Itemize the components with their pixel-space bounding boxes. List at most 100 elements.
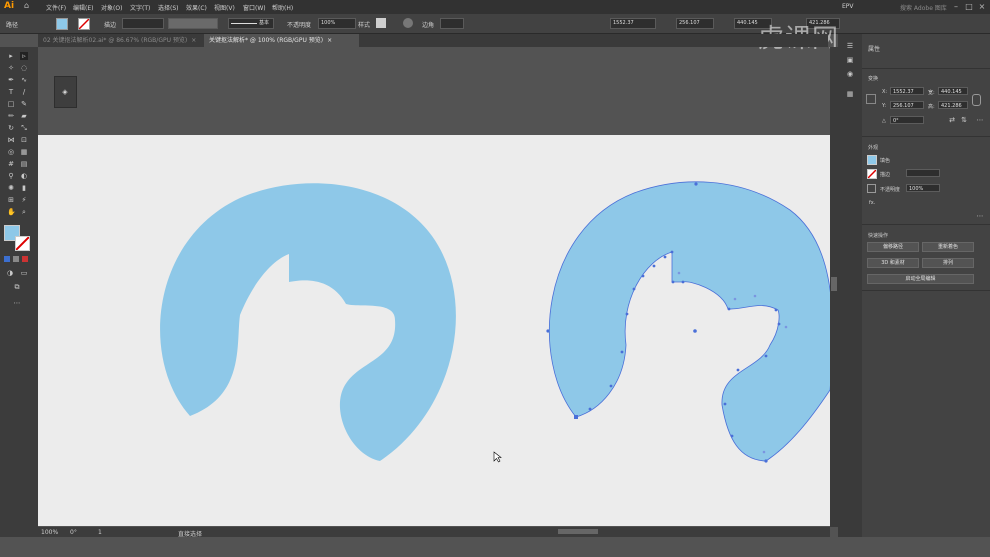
blend-icon[interactable]: ◐ bbox=[20, 172, 28, 180]
flip-horizontal-icon[interactable]: ⇄ bbox=[948, 116, 956, 124]
menu-effect[interactable]: 效果(C) bbox=[186, 3, 207, 12]
graph-icon[interactable]: ▮ bbox=[20, 184, 28, 192]
x-input[interactable]: 1552.37 bbox=[890, 87, 924, 95]
free-transform-icon[interactable]: ⊡ bbox=[20, 136, 28, 144]
none-mode-icon[interactable] bbox=[22, 256, 28, 262]
horizontal-scrollbar[interactable] bbox=[558, 529, 598, 534]
line-tool-icon[interactable]: / bbox=[20, 88, 28, 96]
artboard-number[interactable]: 1 bbox=[98, 529, 102, 536]
width-input[interactable]: 440.145 bbox=[938, 87, 968, 95]
home-icon[interactable]: ⌂ bbox=[24, 2, 31, 10]
appearance-more-icon[interactable]: ⋯ bbox=[976, 212, 984, 220]
rotation-angle[interactable]: 0° bbox=[70, 529, 77, 536]
anchor-point bbox=[663, 255, 667, 259]
workspace-switcher[interactable]: EPV bbox=[842, 3, 854, 10]
menu-type[interactable]: 文字(T) bbox=[130, 3, 150, 12]
width-tool-icon[interactable]: ⋈ bbox=[7, 136, 15, 144]
opacity-field[interactable]: 100% bbox=[318, 18, 356, 29]
symbol-sprayer-icon[interactable]: ✺ bbox=[7, 184, 15, 192]
hand-tool-icon[interactable]: ✋ bbox=[7, 208, 16, 216]
menu-help[interactable]: 帮助(H) bbox=[272, 3, 293, 12]
zoom-level[interactable]: 100% bbox=[41, 529, 58, 536]
menu-view[interactable]: 视图(V) bbox=[214, 3, 235, 12]
draw-mode-icon[interactable]: ◑ bbox=[6, 269, 14, 277]
lasso-icon[interactable]: ◌ bbox=[20, 64, 28, 72]
canvas-artwork[interactable] bbox=[38, 47, 830, 527]
flip-vertical-icon[interactable]: ⇅ bbox=[960, 116, 968, 124]
gradient-icon[interactable]: ▤ bbox=[20, 160, 28, 168]
selection-tool-icon[interactable]: ▸ bbox=[7, 52, 15, 60]
stock-search-input[interactable]: 搜索 Adobe 图库 bbox=[900, 3, 947, 12]
edit-toolbar-icon[interactable]: ⋯ bbox=[13, 299, 21, 307]
minimize-icon[interactable]: – bbox=[950, 1, 962, 12]
graphic-style-swatch[interactable] bbox=[376, 18, 386, 28]
more-options-icon[interactable]: ⋯ bbox=[976, 116, 984, 124]
rotate-icon[interactable]: ↻ bbox=[7, 124, 15, 132]
tab-document-active[interactable]: 关键抠法解析* @ 100% (RGB/GPU 预览) × bbox=[204, 34, 359, 47]
recolor-icon[interactable] bbox=[403, 18, 413, 28]
recolor-button[interactable]: 重新着色 bbox=[922, 242, 974, 252]
menu-file[interactable]: 文件(F) bbox=[46, 3, 66, 12]
quick-actions-title: 快速操作 bbox=[868, 233, 889, 239]
y-field[interactable]: 256.107 bbox=[676, 18, 714, 29]
gradient-mode-icon[interactable] bbox=[13, 256, 19, 262]
eyedropper-icon[interactable]: ⚲ bbox=[7, 172, 15, 180]
screen-mode-toggle-icon[interactable]: ⧉ bbox=[13, 283, 21, 291]
y-input[interactable]: 256.107 bbox=[890, 101, 924, 109]
menu-select[interactable]: 选择(S) bbox=[158, 3, 179, 12]
artboard-tool-icon[interactable]: ⊞ bbox=[7, 196, 15, 204]
zoom-tool-icon[interactable]: ⌕ bbox=[20, 208, 28, 216]
fx-button[interactable]: fx. bbox=[869, 200, 875, 206]
rectangle-tool-icon[interactable]: □ bbox=[7, 100, 15, 108]
eraser-icon[interactable]: ▰ bbox=[20, 112, 28, 120]
screen-mode-icon[interactable]: ▭ bbox=[20, 269, 28, 277]
magic-wand-icon[interactable]: ✧ bbox=[7, 64, 15, 72]
slice-icon[interactable]: ⚡ bbox=[20, 196, 28, 204]
appearance-fill-swatch[interactable] bbox=[867, 155, 877, 165]
stroke-swatch[interactable] bbox=[78, 18, 90, 30]
reference-point-icon[interactable] bbox=[866, 94, 876, 104]
color-mode-icon[interactable] bbox=[4, 256, 10, 262]
direct-selection-tool-icon[interactable]: ▹ bbox=[20, 52, 28, 60]
corner-radius-field[interactable] bbox=[440, 18, 464, 29]
scale-icon[interactable]: ⤡ bbox=[20, 124, 28, 132]
appearance-stroke-weight[interactable] bbox=[906, 169, 940, 177]
curvature-icon[interactable]: ∿ bbox=[20, 76, 28, 84]
x-field[interactable]: 1552.37 bbox=[610, 18, 656, 29]
menu-edit[interactable]: 编辑(E) bbox=[73, 3, 93, 12]
color-panel-icon[interactable]: ◉ bbox=[846, 70, 854, 78]
global-edit-button[interactable]: 启动全局编辑 bbox=[867, 274, 974, 284]
vertical-scrollbar[interactable] bbox=[830, 47, 838, 527]
shape-builder-icon[interactable]: ◎ bbox=[7, 148, 15, 156]
dog-silhouette-shape-right[interactable] bbox=[548, 181, 830, 462]
swatches-icon[interactable]: ▦ bbox=[846, 90, 854, 98]
stroke-weight-field[interactable] bbox=[122, 18, 164, 29]
constrain-proportions-icon[interactable] bbox=[972, 94, 981, 106]
appearance-stroke-swatch[interactable] bbox=[867, 169, 877, 179]
tab-document-02[interactable]: 02 关键抠法解析02.ai* @ 86.67% (RGB/GPU 预览) × bbox=[38, 34, 205, 47]
type-tool-icon[interactable]: T bbox=[7, 88, 15, 96]
perspective-icon[interactable]: ▦ bbox=[20, 148, 28, 156]
stroke-color-box[interactable] bbox=[15, 236, 30, 251]
paintbrush-icon[interactable]: ✎ bbox=[20, 100, 28, 108]
3d-materials-button[interactable]: 3D 和素材 bbox=[867, 258, 919, 268]
arrange-button[interactable]: 排列 bbox=[922, 258, 974, 268]
properties-panel-icon[interactable]: ☰ bbox=[846, 42, 854, 50]
height-input[interactable]: 421.286 bbox=[938, 101, 968, 109]
close-window-icon[interactable]: × bbox=[976, 1, 988, 12]
appearance-opacity-input[interactable]: 100% bbox=[906, 184, 940, 192]
pencil-icon[interactable]: ✏ bbox=[7, 112, 15, 120]
offset-path-button[interactable]: 偏移路径 bbox=[867, 242, 919, 252]
anchor-point bbox=[777, 322, 781, 326]
menu-window[interactable]: 窗口(W) bbox=[243, 3, 266, 12]
libraries-icon[interactable]: ▣ bbox=[846, 56, 854, 64]
menu-object[interactable]: 对象(O) bbox=[101, 3, 122, 12]
maximize-icon[interactable]: □ bbox=[963, 1, 975, 12]
variable-width-profile[interactable] bbox=[168, 18, 218, 29]
angle-input[interactable]: 0° bbox=[890, 116, 924, 124]
fill-swatch[interactable] bbox=[56, 18, 68, 30]
dog-silhouette-shape-left[interactable] bbox=[160, 183, 456, 462]
brush-definition[interactable]: 基本 bbox=[228, 18, 274, 29]
mesh-icon[interactable]: # bbox=[7, 160, 15, 168]
pen-tool-icon[interactable]: ✒ bbox=[7, 76, 15, 84]
